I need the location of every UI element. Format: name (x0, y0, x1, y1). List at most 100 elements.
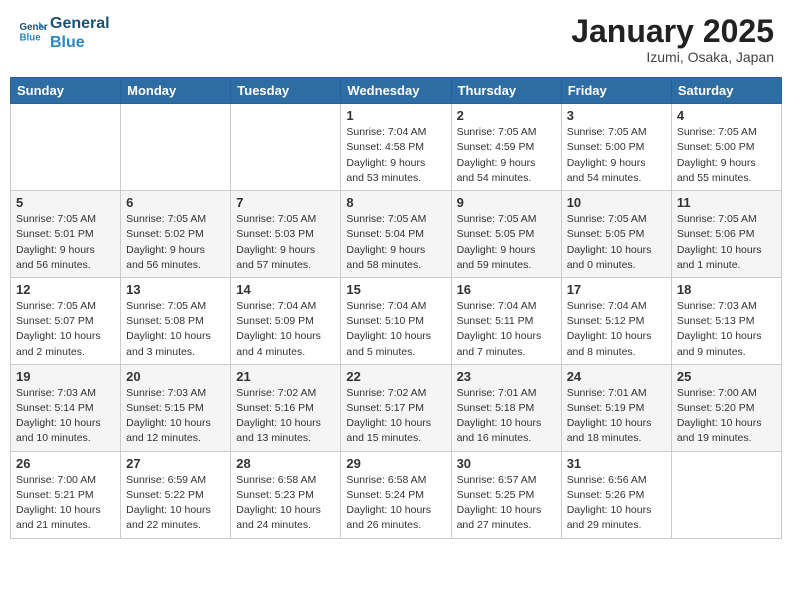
day-info: Sunrise: 7:05 AM Sunset: 5:07 PM Dayligh… (16, 299, 115, 360)
day-number: 18 (677, 282, 776, 297)
calendar-cell: 29 Sunrise: 6:58 AM Sunset: 5:24 PM Dayli… (341, 451, 451, 538)
day-number: 16 (457, 282, 556, 297)
day-info: Sunrise: 7:05 AM Sunset: 5:01 PM Dayligh… (16, 212, 115, 273)
day-number: 4 (677, 108, 776, 123)
day-info: Sunrise: 7:02 AM Sunset: 5:16 PM Dayligh… (236, 386, 335, 447)
day-info: Sunrise: 7:00 AM Sunset: 5:20 PM Dayligh… (677, 386, 776, 447)
weekday-header-monday: Monday (121, 78, 231, 104)
svg-text:Blue: Blue (20, 33, 42, 44)
weekday-header-saturday: Saturday (671, 78, 781, 104)
day-number: 5 (16, 195, 115, 210)
day-info: Sunrise: 7:05 AM Sunset: 5:05 PM Dayligh… (567, 212, 666, 273)
calendar-cell: 31 Sunrise: 6:56 AM Sunset: 5:26 PM Dayli… (561, 451, 671, 538)
day-info: Sunrise: 7:05 AM Sunset: 5:04 PM Dayligh… (346, 212, 445, 273)
day-info: Sunrise: 7:05 AM Sunset: 5:00 PM Dayligh… (677, 125, 776, 186)
day-info: Sunrise: 6:57 AM Sunset: 5:25 PM Dayligh… (457, 473, 556, 534)
calendar-cell: 16 Sunrise: 7:04 AM Sunset: 5:11 PM Dayli… (451, 277, 561, 364)
day-number: 28 (236, 456, 335, 471)
week-row-5: 26Sunrise: 7:00 AM Sunset: 5:21 PM Dayli… (11, 451, 782, 538)
calendar-cell: 22 Sunrise: 7:02 AM Sunset: 5:17 PM Dayli… (341, 364, 451, 451)
calendar-cell: 8 Sunrise: 7:05 AM Sunset: 5:04 PM Daylig… (341, 191, 451, 278)
weekday-header-wednesday: Wednesday (341, 78, 451, 104)
calendar-cell: 12Sunrise: 7:05 AM Sunset: 5:07 PM Dayli… (11, 277, 121, 364)
calendar-cell: 11 Sunrise: 7:05 AM Sunset: 5:06 PM Dayli… (671, 191, 781, 278)
day-number: 11 (677, 195, 776, 210)
calendar-cell: 3 Sunrise: 7:05 AM Sunset: 5:00 PM Daylig… (561, 104, 671, 191)
calendar-cell (671, 451, 781, 538)
day-number: 10 (567, 195, 666, 210)
calendar-cell: 19 Sunrise: 7:03 AM Sunset: 5:14 PM Dayli… (11, 364, 121, 451)
day-info: Sunrise: 7:05 AM Sunset: 5:00 PM Dayligh… (567, 125, 666, 186)
day-number: 7 (236, 195, 335, 210)
day-number: 6 (126, 195, 225, 210)
title-block: January 2025 Izumi, Osaka, Japan (571, 14, 774, 65)
calendar-cell: 26Sunrise: 7:00 AM Sunset: 5:21 PM Dayli… (11, 451, 121, 538)
calendar-cell: 1Sunrise: 7:04 AM Sunset: 4:58 PM Daylig… (341, 104, 451, 191)
logo: General Blue General Blue (18, 14, 110, 52)
day-info: Sunrise: 7:04 AM Sunset: 5:11 PM Dayligh… (457, 299, 556, 360)
day-info: Sunrise: 7:04 AM Sunset: 5:10 PM Dayligh… (346, 299, 445, 360)
weekday-header-friday: Friday (561, 78, 671, 104)
month-title: January 2025 (571, 14, 774, 49)
day-number: 25 (677, 369, 776, 384)
calendar: SundayMondayTuesdayWednesdayThursdayFrid… (10, 77, 782, 538)
day-number: 24 (567, 369, 666, 384)
week-row-1: 1Sunrise: 7:04 AM Sunset: 4:58 PM Daylig… (11, 104, 782, 191)
day-info: Sunrise: 7:04 AM Sunset: 4:58 PM Dayligh… (346, 125, 445, 186)
calendar-cell: 2 Sunrise: 7:05 AM Sunset: 4:59 PM Daylig… (451, 104, 561, 191)
day-info: Sunrise: 7:05 AM Sunset: 5:06 PM Dayligh… (677, 212, 776, 273)
week-row-2: 5 Sunrise: 7:05 AM Sunset: 5:01 PM Daylig… (11, 191, 782, 278)
day-info: Sunrise: 7:03 AM Sunset: 5:13 PM Dayligh… (677, 299, 776, 360)
day-info: Sunrise: 7:03 AM Sunset: 5:15 PM Dayligh… (126, 386, 225, 447)
day-info: Sunrise: 7:05 AM Sunset: 5:05 PM Dayligh… (457, 212, 556, 273)
day-number: 14 (236, 282, 335, 297)
day-info: Sunrise: 6:58 AM Sunset: 5:24 PM Dayligh… (346, 473, 445, 534)
page-header: General Blue General Blue January 2025 I… (10, 10, 782, 69)
day-number: 2 (457, 108, 556, 123)
day-info: Sunrise: 7:01 AM Sunset: 5:19 PM Dayligh… (567, 386, 666, 447)
weekday-header-row: SundayMondayTuesdayWednesdayThursdayFrid… (11, 78, 782, 104)
calendar-cell: 10 Sunrise: 7:05 AM Sunset: 5:05 PM Dayli… (561, 191, 671, 278)
calendar-cell (231, 104, 341, 191)
day-number: 31 (567, 456, 666, 471)
calendar-cell: 13Sunrise: 7:05 AM Sunset: 5:08 PM Dayli… (121, 277, 231, 364)
day-info: Sunrise: 7:03 AM Sunset: 5:14 PM Dayligh… (16, 386, 115, 447)
day-info: Sunrise: 7:05 AM Sunset: 4:59 PM Dayligh… (457, 125, 556, 186)
weekday-header-thursday: Thursday (451, 78, 561, 104)
logo-icon: General Blue (18, 18, 48, 48)
day-number: 27 (126, 456, 225, 471)
day-info: Sunrise: 7:04 AM Sunset: 5:09 PM Dayligh… (236, 299, 335, 360)
day-number: 19 (16, 369, 115, 384)
weekday-header-sunday: Sunday (11, 78, 121, 104)
day-info: Sunrise: 6:56 AM Sunset: 5:26 PM Dayligh… (567, 473, 666, 534)
week-row-3: 12Sunrise: 7:05 AM Sunset: 5:07 PM Dayli… (11, 277, 782, 364)
day-number: 3 (567, 108, 666, 123)
day-number: 15 (346, 282, 445, 297)
day-info: Sunrise: 6:59 AM Sunset: 5:22 PM Dayligh… (126, 473, 225, 534)
day-info: Sunrise: 7:05 AM Sunset: 5:02 PM Dayligh… (126, 212, 225, 273)
calendar-cell: 27 Sunrise: 6:59 AM Sunset: 5:22 PM Dayli… (121, 451, 231, 538)
logo-blue: Blue (50, 33, 110, 52)
day-number: 29 (346, 456, 445, 471)
calendar-cell: 15 Sunrise: 7:04 AM Sunset: 5:10 PM Dayli… (341, 277, 451, 364)
day-number: 8 (346, 195, 445, 210)
calendar-cell: 7Sunrise: 7:05 AM Sunset: 5:03 PM Daylig… (231, 191, 341, 278)
day-info: Sunrise: 7:04 AM Sunset: 5:12 PM Dayligh… (567, 299, 666, 360)
day-number: 21 (236, 369, 335, 384)
location: Izumi, Osaka, Japan (571, 49, 774, 65)
day-number: 23 (457, 369, 556, 384)
day-number: 30 (457, 456, 556, 471)
calendar-cell: 4 Sunrise: 7:05 AM Sunset: 5:00 PM Daylig… (671, 104, 781, 191)
calendar-cell: 24 Sunrise: 7:01 AM Sunset: 5:19 PM Dayli… (561, 364, 671, 451)
day-number: 20 (126, 369, 225, 384)
calendar-cell (121, 104, 231, 191)
day-info: Sunrise: 7:02 AM Sunset: 5:17 PM Dayligh… (346, 386, 445, 447)
day-number: 22 (346, 369, 445, 384)
calendar-cell: 14 Sunrise: 7:04 AM Sunset: 5:09 PM Dayli… (231, 277, 341, 364)
day-info: Sunrise: 7:00 AM Sunset: 5:21 PM Dayligh… (16, 473, 115, 534)
logo-general: General (50, 14, 110, 33)
calendar-cell: 9Sunrise: 7:05 AM Sunset: 5:05 PM Daylig… (451, 191, 561, 278)
calendar-cell: 23Sunrise: 7:01 AM Sunset: 5:18 PM Dayli… (451, 364, 561, 451)
weekday-header-tuesday: Tuesday (231, 78, 341, 104)
calendar-cell: 30 Sunrise: 6:57 AM Sunset: 5:25 PM Dayli… (451, 451, 561, 538)
